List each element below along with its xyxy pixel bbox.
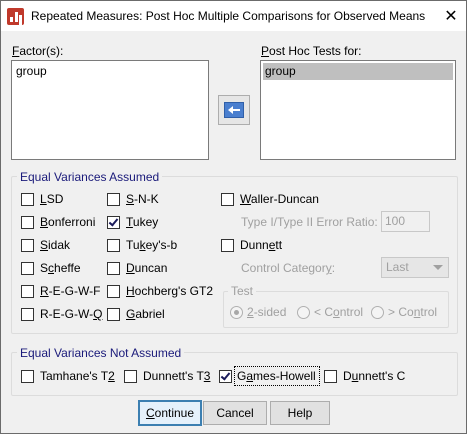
- gabriel-label: Gabriel: [126, 307, 165, 321]
- scheffe-label: Scheffe: [40, 261, 81, 275]
- snk-label: S-N-K: [126, 192, 159, 206]
- continue-button[interactable]: Continue: [138, 400, 202, 426]
- continue-button-label: Continue: [145, 406, 195, 420]
- less-than-control-label: < Control: [314, 305, 364, 319]
- waller-duncan-label: Waller-Duncan: [240, 192, 319, 206]
- cancel-button[interactable]: Cancel: [203, 401, 267, 425]
- regwq-checkbox[interactable]: [21, 308, 34, 321]
- snk-checkbox[interactable]: [107, 193, 120, 206]
- title-bar[interactable]: Repeated Measures: Post Hoc Multiple Com…: [1, 1, 466, 31]
- cancel-button-label: Cancel: [216, 406, 254, 420]
- tukey-checkbox[interactable]: [107, 216, 120, 229]
- dunnett-t3-label: Dunnett's T3: [143, 369, 211, 383]
- error-ratio-input[interactable]: 100: [381, 211, 430, 232]
- error-ratio-label: Type I/Type II Error Ratio:: [241, 215, 378, 229]
- window-title: Repeated Measures: Post Hoc Multiple Com…: [31, 9, 426, 23]
- equal-variances-not-assumed-title: Equal Variances Not Assumed: [17, 346, 185, 360]
- dunnett-c-label: Dunnett's C: [343, 369, 406, 383]
- move-to-posthoc-button[interactable]: [218, 95, 250, 125]
- equal-variances-assumed-title: Equal Variances Assumed: [17, 170, 163, 184]
- games-howell-label: Games-Howell: [237, 369, 316, 383]
- control-category-label: Control Category:: [241, 261, 336, 275]
- posthoc-listbox[interactable]: group: [260, 60, 456, 160]
- factors-label: Factor(s):: [12, 44, 64, 58]
- dunnett-label: Dunnett: [240, 238, 283, 252]
- lsd-checkbox[interactable]: [21, 193, 34, 206]
- gabriel-checkbox[interactable]: [107, 308, 120, 321]
- games-howell-checkbox[interactable]: [219, 370, 232, 383]
- help-button-label: Help: [287, 406, 313, 420]
- test-group-title: Test: [228, 284, 257, 298]
- tamhane-label: Tamhane's T2: [40, 369, 115, 383]
- posthoc-label: Post Hoc Tests for:: [261, 44, 362, 58]
- lsd-label: LSD: [40, 192, 64, 206]
- tukeyb-checkbox[interactable]: [107, 239, 120, 252]
- arrow-left-icon: [224, 102, 244, 118]
- hochberg-label: Hochberg's GT2: [126, 284, 213, 298]
- close-button[interactable]: ✕: [437, 2, 465, 29]
- tukeyb-label: Tukey's-b: [126, 238, 178, 252]
- greater-than-control-radio[interactable]: [371, 306, 384, 319]
- factors-list-item[interactable]: group: [14, 63, 206, 80]
- duncan-checkbox[interactable]: [107, 262, 120, 275]
- control-category-value: Last: [386, 260, 409, 274]
- chevron-down-icon: [433, 265, 443, 270]
- waller-duncan-checkbox[interactable]: [221, 193, 234, 206]
- duncan-label: Duncan: [126, 261, 168, 275]
- regwf-label: R-E-G-W-F: [40, 284, 101, 298]
- sidak-checkbox[interactable]: [21, 239, 34, 252]
- regwq-label: R-E-G-W-Q: [40, 307, 103, 321]
- dunnett-checkbox[interactable]: [221, 239, 234, 252]
- two-sided-label: 2-sided: [247, 305, 287, 319]
- two-sided-radio[interactable]: [230, 306, 243, 319]
- tamhane-checkbox[interactable]: [21, 370, 34, 383]
- sidak-label: Sidak: [40, 238, 71, 252]
- spss-app-icon: [7, 8, 24, 25]
- less-than-control-radio[interactable]: [297, 306, 310, 319]
- dialog-window: Repeated Measures: Post Hoc Multiple Com…: [0, 0, 467, 434]
- scheffe-checkbox[interactable]: [21, 262, 34, 275]
- help-button[interactable]: Help: [270, 401, 330, 425]
- tukey-label: Tukey: [126, 215, 159, 229]
- control-category-select[interactable]: Last: [381, 257, 449, 278]
- greater-than-control-label: > Control: [388, 305, 438, 319]
- factors-listbox[interactable]: group: [11, 60, 209, 160]
- dunnett-c-checkbox[interactable]: [324, 370, 337, 383]
- posthoc-list-item[interactable]: group: [263, 63, 453, 80]
- hochberg-checkbox[interactable]: [107, 285, 120, 298]
- bonferroni-checkbox[interactable]: [21, 216, 34, 229]
- close-icon: ✕: [444, 7, 458, 25]
- bonferroni-label: Bonferroni: [40, 215, 96, 229]
- dunnett-t3-checkbox[interactable]: [124, 370, 137, 383]
- regwf-checkbox[interactable]: [21, 285, 34, 298]
